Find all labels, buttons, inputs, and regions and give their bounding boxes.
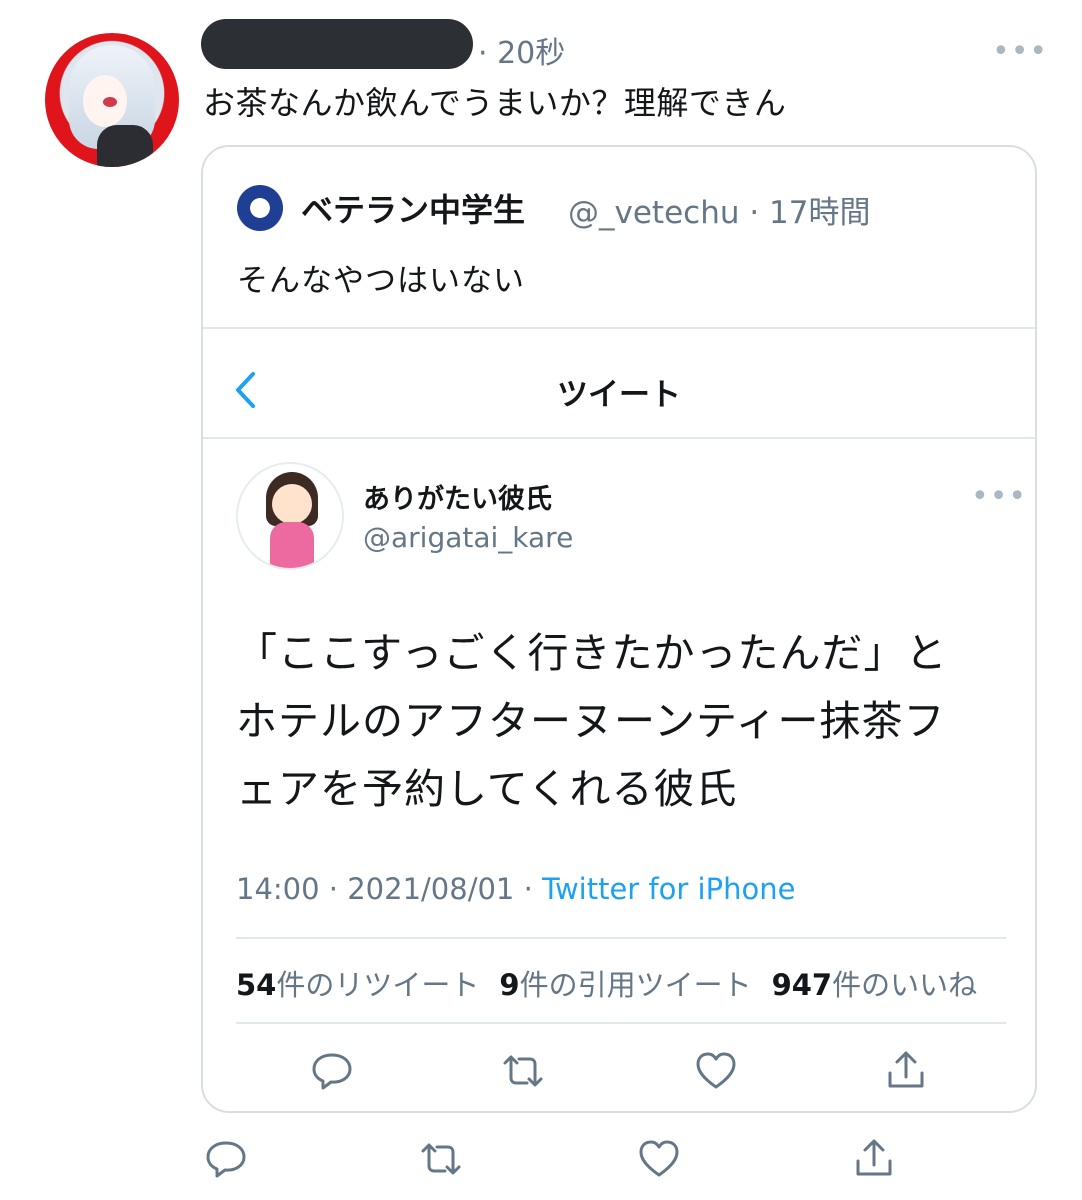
divider — [236, 1022, 1006, 1024]
tweet-text: お茶なんか飲んでうまいか？理解できん — [203, 84, 787, 122]
screenshot-author-avatar — [236, 462, 344, 570]
like-icon[interactable] — [636, 1136, 682, 1182]
screenshot-author-name: ありがたい彼氏 — [363, 484, 552, 515]
likes-count: 947 — [771, 968, 833, 1002]
retweet-icon[interactable] — [418, 1136, 464, 1182]
quoted-author-avatar — [237, 185, 283, 231]
screenshot-timestamp: 14:00 · 2021/08/01 · Twitter for iPhone — [236, 872, 795, 906]
screenshot-body-line: 「ここすっごく行きたかったんだ」と — [236, 629, 948, 677]
screenshot-header-title: ツイート — [557, 377, 681, 413]
retweet-icon — [500, 1048, 546, 1094]
share-icon[interactable] — [851, 1136, 897, 1182]
retweets-label: 件のリツイート — [276, 968, 480, 1002]
source-link: Twitter for iPhone — [542, 872, 796, 906]
screenshot-author-handle: @arigatai_kare — [363, 521, 574, 554]
tweet-time: · 20秒 — [478, 36, 566, 71]
screenshot-tweet-body: 「ここすっごく行きたかったんだ」と ホテルのアフターヌーンティー抹茶フ ェアを予… — [236, 619, 1006, 823]
likes-label: 件のいいね — [832, 968, 978, 1002]
quotes-label: 件の引用ツイート — [519, 968, 752, 1002]
like-icon — [693, 1048, 739, 1094]
reply-icon[interactable] — [203, 1136, 249, 1182]
screenshot-body-line: ホテルのアフターヌーンティー抹茶フ — [236, 697, 946, 745]
divider — [203, 437, 1035, 439]
divider — [203, 327, 1035, 329]
timestamp-text: 14:00 · 2021/08/01 · — [236, 872, 543, 906]
quoted-author-name: ベテラン中学生 — [301, 191, 526, 229]
redacted-username — [201, 19, 473, 69]
more-icon: ••• — [971, 479, 1028, 514]
more-icon[interactable]: ••• — [992, 34, 1048, 69]
divider — [236, 937, 1006, 939]
quoted-author-handle: @_vetechu · 17時間 — [568, 195, 871, 231]
screenshot-body-line: ェアを予約してくれる彼氏 — [236, 765, 738, 813]
user-avatar[interactable] — [45, 33, 179, 167]
screenshot-stats: 54件のリツイート 9件の引用ツイート 947件のいいね — [236, 962, 977, 1004]
retweets-count: 54 — [236, 968, 277, 1002]
reply-icon — [309, 1048, 355, 1094]
quoted-tweet-card[interactable]: ベテラン中学生 @_vetechu · 17時間 そんなやつはいない ツイート … — [201, 145, 1037, 1113]
quoted-tweet-text: そんなやつはいない — [237, 263, 525, 299]
share-icon — [883, 1048, 929, 1094]
quotes-count: 9 — [499, 968, 520, 1002]
